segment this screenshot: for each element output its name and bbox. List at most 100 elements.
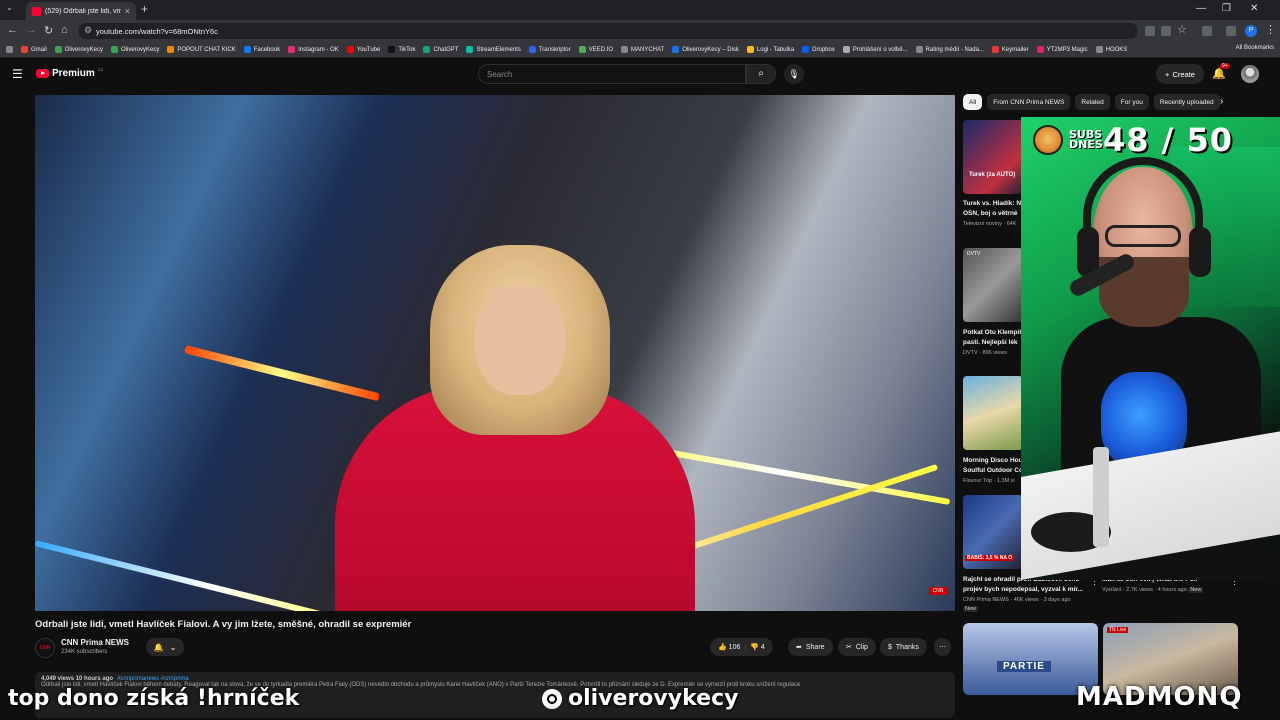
overlay-donation-text: top dono získá !hrníček [8, 686, 300, 711]
bookmark-item[interactable]: Gmail [21, 46, 47, 53]
bookmark-star-icon[interactable]: ☆ [1177, 23, 1187, 36]
chevron-right-icon[interactable]: › [1220, 96, 1223, 107]
reload-icon[interactable]: ↻ [44, 24, 53, 37]
bookmark-item[interactable]: ChatGPT [423, 46, 458, 53]
profile-avatar[interactable]: P [1245, 25, 1257, 37]
bookmark-item[interactable]: StreamElements [466, 46, 521, 53]
bookmark-item[interactable]: Transkriptor [528, 46, 571, 53]
more-actions-button[interactable]: ⋯ [934, 638, 951, 656]
channel-watermark: CNN [929, 587, 947, 595]
bookmark-item[interactable]: HOOKS [1095, 46, 1127, 53]
menu-icon[interactable]: ☰ [12, 67, 23, 81]
share-icon: ➦ [796, 644, 802, 651]
bookmark-label: Prohlášení o volbě... [852, 46, 908, 53]
bookmark-favicon-icon [466, 46, 474, 53]
bookmarks-bar: Gmail OliverovyKecy OliverovyKecy POPOUT CH… [0, 42, 1280, 58]
bookmark-item[interactable]: MANYCHAT [620, 46, 665, 53]
search-button[interactable]: ⌕ [746, 64, 776, 84]
site-info-icon[interactable]: ⚙ [84, 25, 92, 36]
search-input[interactable]: Search [478, 64, 746, 84]
bookmark-favicon-icon [111, 46, 119, 53]
recommendation-title[interactable]: Potkat Otu Klempíř [963, 329, 1023, 336]
filter-chip[interactable]: Recently uploaded [1153, 94, 1220, 110]
sidepanel-icon[interactable] [1226, 26, 1236, 36]
apps-icon[interactable] [6, 46, 13, 53]
recommendation-title-line2[interactable]: OSN, boj o větrné [963, 210, 1023, 217]
filter-chip[interactable]: All [963, 94, 983, 110]
back-icon[interactable]: ← [7, 24, 18, 36]
home-icon[interactable]: ⌂ [61, 24, 68, 36]
recommendation-title-line2[interactable]: pasti. Nejlepší lék [963, 339, 1023, 346]
cast-icon[interactable] [1161, 26, 1171, 36]
bookmark-item[interactable]: OliverovyKecy – Disk [672, 46, 739, 53]
youtube-premium-logo[interactable]: Premium CZ [36, 67, 103, 79]
bookmark-favicon-icon [620, 46, 628, 53]
recommendation-thumbnail[interactable]: Turek (za AUTO) [963, 120, 1023, 194]
tab-search-icon[interactable]: ⌄ [6, 3, 13, 12]
bookmark-item[interactable]: Prohlášení o volbě... [842, 46, 908, 53]
bell-icon: 🔔 [1212, 68, 1226, 80]
recommendation-meta: Vysílání · 2.7K views · 4 hours ago New [1102, 587, 1204, 593]
extensions-puzzle-icon[interactable] [1202, 26, 1212, 36]
bookmark-item[interactable]: YouTube [346, 46, 380, 53]
live-badge: TN Live [1107, 627, 1129, 633]
bookmark-favicon-icon [915, 46, 923, 53]
voice-search-button[interactable]: 🎙 [784, 64, 804, 84]
recommendation-title[interactable]: Morning Disco Hou [963, 457, 1023, 464]
recommendation-title[interactable]: Turek vs. Hladík: N [963, 200, 1023, 207]
filter-chip[interactable]: For you [1114, 94, 1149, 110]
bookmark-item[interactable]: Rating médií - Nada... [915, 46, 984, 53]
bookmark-item[interactable]: TikTok [388, 46, 415, 53]
share-button[interactable]: ➦ Share [788, 638, 833, 656]
subscribed-button[interactable]: 🔔 ⌄ [146, 638, 184, 656]
account-avatar[interactable] [1241, 65, 1259, 83]
all-bookmarks-link[interactable]: All Bookmarks [1236, 45, 1274, 51]
bookmark-item[interactable]: Keymailer [991, 46, 1029, 53]
bookmark-item[interactable]: Instagram - OK [288, 46, 339, 53]
video-player[interactable]: CNN [35, 95, 955, 611]
recommendation-title-line2[interactable]: Soulful Outdoor Co [963, 467, 1023, 474]
filter-chip[interactable]: From CNN Prima NEWS [987, 94, 1071, 110]
bookmark-item[interactable]: POPOUT CHAT KICK [167, 46, 236, 53]
new-tab-icon[interactable]: + [141, 2, 148, 16]
recommendation-meta: Flavour Trip · 1.3M vi [963, 478, 1015, 484]
recommendation-meta: DVTV · 896 views [963, 350, 1008, 356]
maximize-icon[interactable]: ❐ [1222, 3, 1231, 14]
bookmark-item[interactable]: Logi - Tabulka [746, 46, 794, 53]
create-label: Create [1172, 69, 1195, 79]
filter-chips: All From CNN Prima NEWS Related For you Rece… [963, 94, 1233, 110]
url-field[interactable]: ⚙ youtube.com/watch?v=68mONtnY6c [78, 23, 1138, 39]
bookmark-item[interactable]: VEED.IO [578, 46, 613, 53]
url-text: youtube.com/watch?v=68mONtnY6c [96, 26, 218, 36]
share-label: Share [805, 643, 825, 651]
divider: | [744, 643, 747, 651]
bookmark-item[interactable]: OliverovyKecy [111, 46, 159, 53]
like-button[interactable]: 👍 106 [718, 643, 740, 651]
browser-tab-active[interactable]: (529) Odrbali jste lidi, vmetl Ha × [26, 2, 136, 20]
bookmark-item[interactable]: Dropbox [802, 46, 835, 53]
minimize-icon[interactable]: — [1196, 3, 1206, 14]
bookmark-label: Rating médií - Nada... [925, 46, 984, 53]
browser-menu-icon[interactable]: ⋮ [1265, 23, 1276, 36]
forward-icon[interactable]: → [26, 24, 37, 36]
thumbnail-caption: BABIŠ: 3,5 % NA O [965, 555, 1015, 561]
recommendation-thumbnail[interactable]: BABIŠ: 3,5 % NA O [963, 495, 1023, 569]
recommendation-thumbnail[interactable]: DVTV [963, 248, 1023, 322]
tab-close-icon[interactable]: × [125, 6, 130, 16]
bookmark-item[interactable]: Facebook [243, 46, 280, 53]
recommendation-thumbnail[interactable] [963, 376, 1023, 450]
extension-icon[interactable] [1145, 26, 1155, 36]
channel-name[interactable]: CNN Prima NEWS [61, 638, 129, 647]
channel-avatar[interactable]: CNN [35, 638, 55, 658]
thanks-button[interactable]: $ Thanks [880, 638, 927, 656]
like-count: 106 [728, 644, 741, 651]
bookmark-label: MANYCHAT [630, 46, 665, 53]
bookmark-item[interactable]: YT2MP3 Magic [1036, 46, 1088, 53]
clip-button[interactable]: ✂ Clip [838, 638, 876, 656]
create-button[interactable]: + Create [1156, 64, 1204, 84]
dislike-button[interactable]: 👎 4 [750, 643, 765, 651]
close-window-icon[interactable]: ✕ [1250, 3, 1258, 14]
filter-chip[interactable]: Related [1075, 94, 1110, 110]
bookmark-item[interactable]: OliverovyKecy [54, 46, 103, 53]
notifications-button[interactable]: 🔔 9+ [1212, 63, 1230, 80]
